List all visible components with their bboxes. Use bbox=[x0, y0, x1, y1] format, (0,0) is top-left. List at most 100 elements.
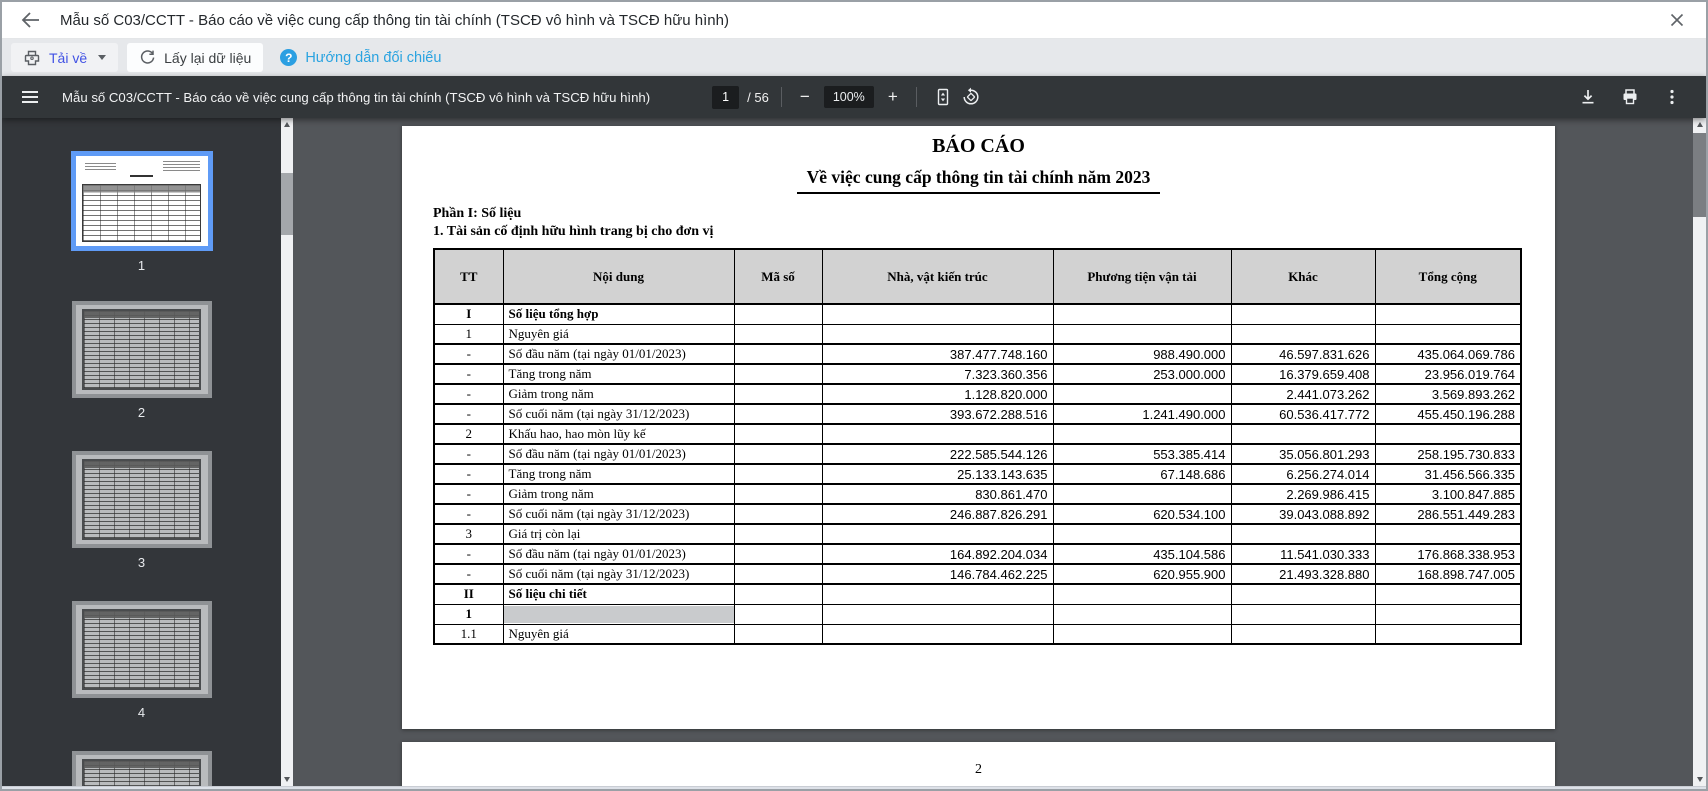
num-cell: 435.064.069.786 bbox=[1374, 343, 1522, 365]
sidebar-scrollbar[interactable] bbox=[281, 118, 293, 786]
printer-icon bbox=[23, 49, 41, 67]
scroll-up-icon[interactable] bbox=[281, 118, 293, 131]
question-icon bbox=[280, 49, 298, 66]
scroll-down-icon[interactable] bbox=[1693, 773, 1706, 786]
tt-cell: - bbox=[433, 343, 504, 365]
close-button[interactable] bbox=[1664, 7, 1690, 33]
num-cell bbox=[821, 583, 1054, 605]
maso-cell bbox=[733, 423, 823, 445]
num-cell bbox=[1374, 603, 1522, 625]
num-cell bbox=[821, 623, 1054, 645]
label-cell: Số cuối năm (tại ngày 31/12/2023) bbox=[502, 563, 735, 585]
pdf-more-options-button[interactable] bbox=[1658, 83, 1686, 111]
pdf-page-zoom-controls: / 56 − 100% + bbox=[712, 83, 985, 111]
scrollbar-thumb[interactable] bbox=[281, 173, 293, 235]
reload-data-button[interactable]: Lấy lại dữ liệu bbox=[127, 43, 264, 72]
pdf-print-button[interactable] bbox=[1616, 83, 1644, 111]
num-cell bbox=[1230, 323, 1376, 345]
thumbnail-list: 1 2 3 4 5 bbox=[2, 118, 281, 789]
page-thumbnail[interactable] bbox=[71, 601, 212, 698]
rotate-button[interactable] bbox=[957, 83, 985, 111]
tt-cell: - bbox=[433, 403, 504, 425]
thumb-mini-table bbox=[82, 309, 201, 390]
num-cell bbox=[1374, 583, 1522, 605]
num-cell: 620.534.100 bbox=[1052, 503, 1232, 525]
reload-data-label: Lấy lại dữ liệu bbox=[164, 49, 252, 66]
page-thumbnail[interactable] bbox=[71, 301, 212, 398]
scroll-up-icon[interactable] bbox=[1693, 118, 1706, 131]
thumbnail-slot: 2 bbox=[2, 301, 281, 451]
num-cell bbox=[1052, 323, 1232, 345]
pdf-download-button[interactable] bbox=[1574, 83, 1602, 111]
pdf-page-area: BÁO CÁO Về việc cung cấp thông tin tài c… bbox=[293, 118, 1706, 789]
label-cell: Giá trị còn lại bbox=[502, 523, 735, 545]
tt-cell: 1.1 bbox=[433, 623, 504, 645]
num-cell: 146.784.462.225 bbox=[821, 563, 1054, 585]
download-button[interactable]: Tải về bbox=[11, 43, 119, 72]
num-cell bbox=[1052, 483, 1232, 505]
num-cell: 258.195.730.833 bbox=[1374, 443, 1522, 465]
main-scrollbar[interactable] bbox=[1693, 118, 1706, 786]
tt-cell: 3 bbox=[433, 523, 504, 545]
maso-cell bbox=[733, 403, 823, 425]
maso-cell bbox=[733, 363, 823, 385]
num-cell: 23.956.019.764 bbox=[1374, 363, 1522, 385]
scrollbar-thumb[interactable] bbox=[1693, 133, 1706, 217]
tt-cell: II bbox=[433, 583, 504, 605]
num-cell bbox=[821, 423, 1054, 445]
tt-cell: - bbox=[433, 463, 504, 485]
table-row: - Số cuối năm (tại ngày 31/12/2023) 246.88… bbox=[433, 503, 1522, 525]
num-cell: 222.585.544.126 bbox=[821, 443, 1054, 465]
num-cell: 16.379.659.408 bbox=[1230, 363, 1376, 385]
zoom-out-button[interactable]: − bbox=[794, 85, 816, 109]
maso-cell bbox=[733, 583, 823, 605]
num-cell bbox=[821, 603, 1054, 625]
label-cell: Số liệu tổng hợp bbox=[502, 303, 735, 325]
table-row: - Số cuối năm (tại ngày 31/12/2023) 393.67… bbox=[433, 403, 1522, 425]
num-cell: 2.269.986.415 bbox=[1230, 483, 1376, 505]
num-cell bbox=[1230, 423, 1376, 445]
table-row: - Số cuối năm (tại ngày 31/12/2023) 146.78… bbox=[433, 563, 1522, 585]
tt-cell: 1 bbox=[433, 603, 504, 625]
pdf-viewer-content: 1 2 3 4 5 BÁO CÁO Về việc cung cấp thông tin… bbox=[2, 118, 1706, 789]
num-cell bbox=[1374, 523, 1522, 545]
close-icon bbox=[1668, 11, 1686, 29]
page-thumbnail[interactable] bbox=[71, 451, 212, 548]
tt-cell: - bbox=[433, 383, 504, 405]
maso-cell bbox=[733, 623, 823, 645]
maso-cell bbox=[733, 463, 823, 485]
num-cell: 620.955.900 bbox=[1052, 563, 1232, 585]
num-cell bbox=[1230, 603, 1376, 625]
column-header: Nhà, vật kiến trúc bbox=[821, 248, 1054, 305]
scroll-down-icon[interactable] bbox=[281, 773, 293, 786]
page-number-input[interactable] bbox=[712, 85, 740, 109]
num-cell bbox=[1052, 603, 1232, 625]
table-row: - Số đầu năm (tại ngày 01/01/2023) 387.477… bbox=[433, 343, 1522, 365]
page-thumbnail[interactable] bbox=[71, 751, 212, 789]
table-row: - Số đầu năm (tại ngày 01/01/2023) 222.585… bbox=[433, 443, 1522, 465]
maso-cell bbox=[733, 603, 823, 625]
thumb-mini-table bbox=[82, 609, 201, 690]
titlebar: Mẫu số C03/CCTT - Báo cáo về việc cung c… bbox=[2, 2, 1706, 39]
report-subtitle: Về việc cung cấp thông tin tài chính năm… bbox=[796, 167, 1161, 194]
horizontal-scrollbar-track[interactable] bbox=[2, 786, 1706, 789]
num-cell: 1.241.490.000 bbox=[1052, 403, 1232, 425]
num-cell: 1.128.820.000 bbox=[821, 383, 1054, 405]
hamburger-icon bbox=[22, 91, 38, 93]
thumbnail-page-number: 4 bbox=[137, 705, 146, 720]
num-cell: 2.441.073.262 bbox=[1230, 383, 1376, 405]
action-toolbar: Tải về Lấy lại dữ liệu Hướng dẫn đối chi… bbox=[2, 39, 1706, 76]
menu-button[interactable] bbox=[18, 85, 42, 109]
zoom-in-button[interactable]: + bbox=[882, 85, 904, 109]
tt-cell: - bbox=[433, 503, 504, 525]
table-row: - Số đầu năm (tại ngày 01/01/2023) 164.892… bbox=[433, 543, 1522, 565]
thumb-mini-table bbox=[82, 459, 201, 540]
num-cell bbox=[1374, 303, 1522, 325]
num-cell: 60.536.417.772 bbox=[1230, 403, 1376, 425]
fit-page-button[interactable] bbox=[929, 83, 957, 111]
pdf-toolbar: Mẫu số C03/CCTT - Báo cáo về việc cung c… bbox=[2, 76, 1706, 118]
guide-link[interactable]: Hướng dẫn đối chiếu bbox=[280, 49, 441, 66]
page-thumbnail[interactable] bbox=[70, 151, 213, 251]
page-total-label: / 56 bbox=[747, 89, 769, 105]
back-button[interactable] bbox=[18, 8, 42, 32]
